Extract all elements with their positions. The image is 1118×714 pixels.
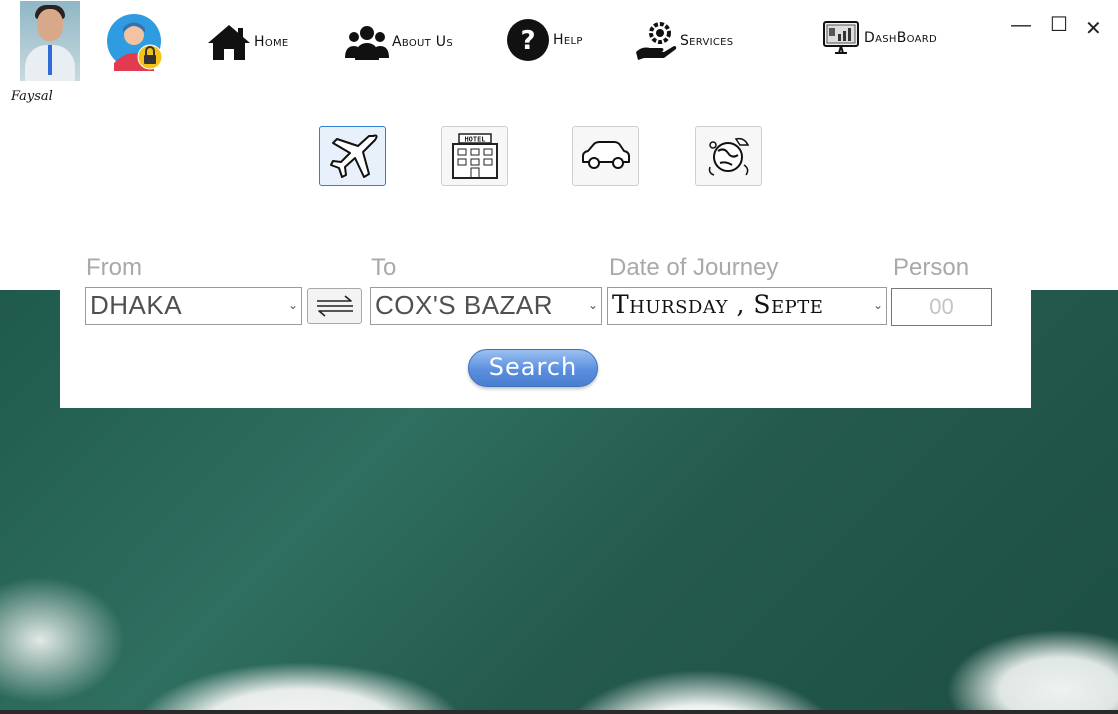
user-avatar[interactable] xyxy=(20,1,80,81)
to-select-value: COX'S BAZAR xyxy=(375,290,554,320)
users-icon xyxy=(345,26,389,60)
swap-arrows-icon xyxy=(316,295,353,317)
minimize-button[interactable]: — xyxy=(1011,14,1031,37)
nav-dashboard[interactable]: DashBoard xyxy=(822,20,937,56)
mode-car-button[interactable] xyxy=(572,126,639,186)
services-icon xyxy=(636,22,677,60)
chevron-down-icon: ⌄ xyxy=(285,298,298,312)
nav-help-label: Help xyxy=(553,32,583,48)
close-button[interactable]: ✕ xyxy=(1085,16,1102,41)
dashboard-icon xyxy=(823,21,859,54)
hotel-sign-text: HOTEL xyxy=(464,136,485,144)
tour-globe-icon xyxy=(708,137,749,176)
to-select[interactable]: COX'S BAZAR ⌄ xyxy=(370,287,602,325)
nav-about-label: About Us xyxy=(392,34,454,50)
home-icon xyxy=(208,25,250,60)
mode-flight-button[interactable] xyxy=(319,126,386,186)
chevron-down-icon: ⌄ xyxy=(585,298,598,312)
nav-home-label: Home xyxy=(254,34,289,50)
date-picker[interactable]: Thursday , Septe ⌄ xyxy=(607,287,887,325)
nav-home[interactable]: Home xyxy=(206,22,289,62)
hotel-icon: HOTEL xyxy=(451,133,498,179)
swap-locations-button[interactable] xyxy=(307,288,362,324)
search-button[interactable]: Search xyxy=(468,349,598,387)
mode-hotel-button[interactable]: HOTEL xyxy=(441,126,508,186)
nav-dashboard-label: DashBoard xyxy=(864,30,937,46)
svg-text:?: ? xyxy=(520,26,535,56)
help-icon: ? xyxy=(507,19,549,61)
nav-help[interactable]: ? Help xyxy=(505,18,583,62)
mode-tour-button[interactable] xyxy=(695,126,762,186)
chevron-down-icon: ⌄ xyxy=(870,298,883,312)
from-select-value: DHAKA xyxy=(90,290,183,320)
person-count-input[interactable]: 00 xyxy=(891,288,992,326)
airplane-icon xyxy=(329,134,378,178)
car-icon xyxy=(581,141,630,169)
profile-lock-icon[interactable] xyxy=(106,13,164,71)
from-select[interactable]: DHAKA ⌄ xyxy=(85,287,302,325)
nav-about-us[interactable]: About Us xyxy=(344,22,453,62)
person-label: Person xyxy=(893,254,970,281)
nav-services-label: Services xyxy=(680,33,734,49)
nav-services[interactable]: Services xyxy=(634,20,733,62)
maximize-button[interactable]: ☐ xyxy=(1050,12,1068,37)
to-label: To xyxy=(371,254,397,281)
user-name: Faysal xyxy=(11,89,53,104)
date-label: Date of Journey xyxy=(609,254,779,281)
date-picker-value: Thursday , Septe xyxy=(612,290,824,319)
from-label: From xyxy=(86,254,142,281)
